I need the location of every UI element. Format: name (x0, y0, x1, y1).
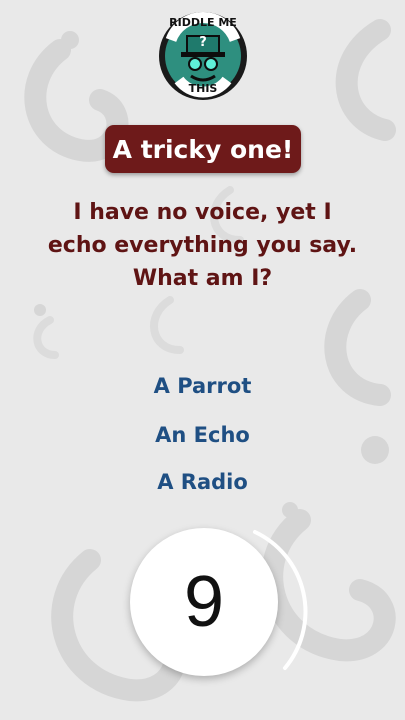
riddle-question-line: What am I? (132, 266, 273, 291)
countdown-timer-value: 9 (183, 562, 225, 642)
riddle-question: I have no voice, yet I echo everything y… (20, 196, 385, 295)
logo-top-text: RIDDLE ME (169, 16, 237, 29)
riddle-question-line: echo everything you say. (47, 233, 358, 258)
countdown-timer: 9 (130, 528, 278, 676)
difficulty-badge-label: A tricky one! (112, 134, 294, 164)
difficulty-badge: A tricky one! (105, 125, 301, 173)
answer-option-parrot[interactable]: A Parrot (100, 371, 305, 401)
answer-option-radio[interactable]: A Radio (100, 467, 305, 497)
logo-bottom-text: THIS (188, 82, 218, 95)
riddle-me-this-logo: RIDDLE ME ? THIS (157, 10, 249, 102)
answer-option-echo[interactable]: An Echo (100, 420, 305, 450)
logo-question-glyph: ? (199, 35, 207, 50)
riddle-question-line: I have no voice, yet I (73, 200, 332, 225)
